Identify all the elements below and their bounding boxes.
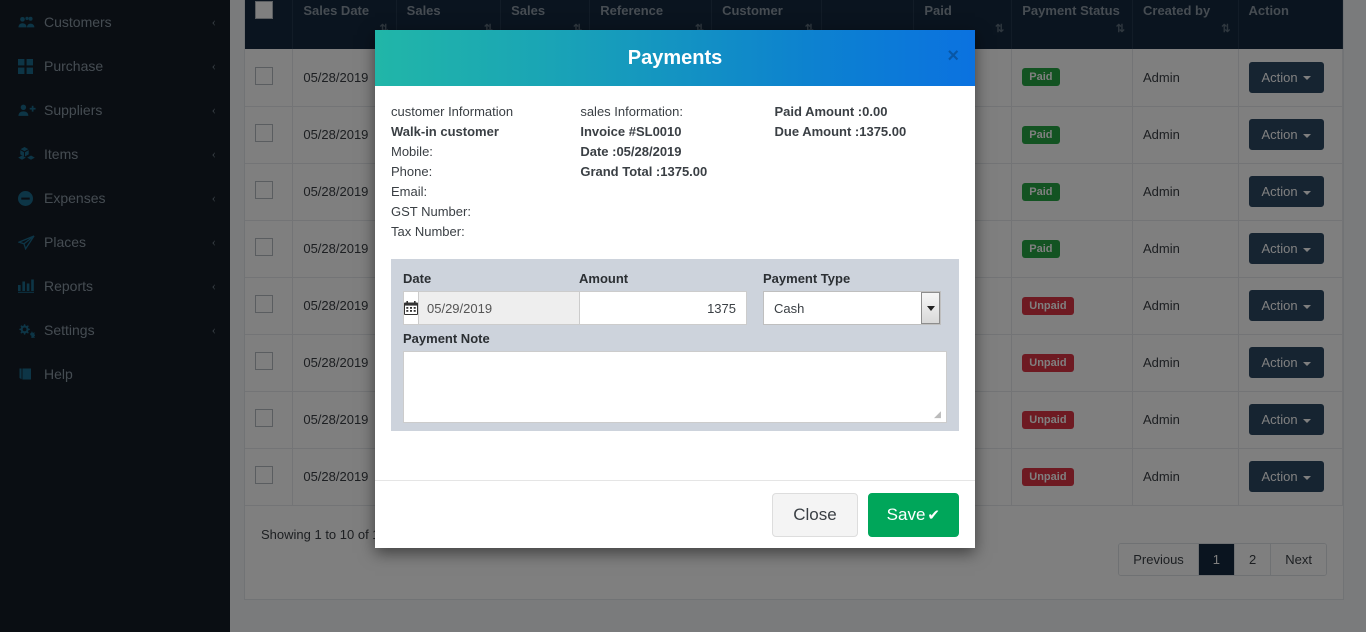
payment-form-panel: Date Amount Payment Type	[391, 259, 959, 431]
modal-footer: Close Save ✔	[375, 480, 975, 548]
customer-info-heading: customer Information	[391, 102, 580, 122]
calendar-icon[interactable]	[403, 291, 418, 325]
payment-type-value[interactable]: Cash	[763, 291, 941, 325]
date-label: Date	[403, 271, 563, 286]
sales-information: sales Information: Invoice #SL0010 Date …	[580, 102, 774, 242]
amount-input[interactable]	[579, 291, 747, 325]
customer-phone: Phone:	[391, 162, 580, 182]
date-input-group[interactable]	[403, 291, 563, 325]
customer-mobile: Mobile:	[391, 142, 580, 162]
customer-information: customer Information Walk-in customer Mo…	[391, 102, 580, 242]
invoice-info: customer Information Walk-in customer Mo…	[391, 102, 959, 242]
customer-gst-number: GST Number:	[391, 202, 580, 222]
amount-label: Amount	[579, 271, 747, 286]
payment-type-select[interactable]: Cash	[763, 291, 941, 325]
amount-information: Paid Amount :0.00 Due Amount :1375.00	[775, 102, 959, 242]
sales-info-heading: sales Information:	[580, 102, 774, 122]
customer-tax-number: Tax Number:	[391, 222, 580, 242]
payment-type-field-group: Payment Type Cash	[763, 271, 941, 325]
payment-note-label: Payment Note	[403, 331, 947, 346]
payment-type-label: Payment Type	[763, 271, 941, 286]
customer-email: Email:	[391, 182, 580, 202]
grand-total: Grand Total :1375.00	[580, 164, 707, 179]
chevron-down-icon[interactable]	[921, 292, 940, 324]
modal-body: customer Information Walk-in customer Mo…	[375, 86, 975, 480]
date-field-group: Date	[403, 271, 563, 325]
amount-field-group: Amount	[579, 271, 747, 325]
sales-date: Date :05/28/2019	[580, 144, 681, 159]
customer-name: Walk-in customer	[391, 124, 499, 139]
payments-modal: Payments × customer Information Walk-in …	[375, 30, 975, 548]
paid-amount: Paid Amount :0.00	[775, 104, 888, 119]
application-root: Customers ‹ Purchase ‹ Suppliers ‹ Items…	[0, 0, 1366, 632]
invoice-number: Invoice #SL0010	[580, 124, 681, 139]
save-button-label: Save	[887, 505, 926, 525]
modal-header: Payments ×	[375, 30, 975, 86]
resize-grip-icon[interactable]: ◢	[934, 410, 944, 420]
check-icon: ✔	[927, 506, 940, 524]
close-button[interactable]: Close	[772, 493, 857, 537]
modal-title: Payments	[628, 47, 723, 70]
save-button[interactable]: Save ✔	[868, 493, 959, 537]
close-icon[interactable]: ×	[947, 46, 959, 66]
payment-note-textarea[interactable]: ◢	[403, 351, 947, 423]
due-amount: Due Amount :1375.00	[775, 124, 907, 139]
payment-form-row: Date Amount Payment Type	[403, 271, 947, 325]
